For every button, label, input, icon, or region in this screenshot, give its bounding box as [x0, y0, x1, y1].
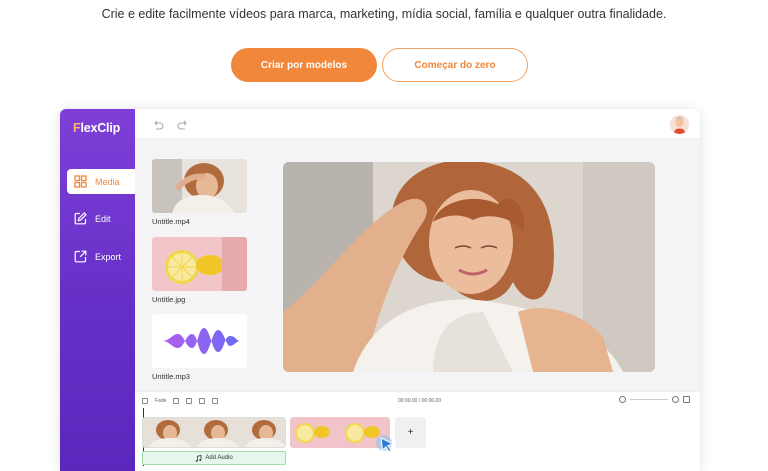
page: Crie e edite facilmente vídeos para marc… — [0, 0, 768, 471]
add-audio-button[interactable]: Add Audio — [142, 451, 286, 465]
media-thumb-image[interactable] — [152, 237, 247, 291]
media-library: Untitle.mp4 Untitle.jpg Untitle.mp3 — [135, 139, 260, 391]
sidebar-item-media[interactable]: Media — [67, 169, 135, 194]
media-label: Untitle.mp3 — [152, 372, 190, 381]
flexclip-logo: FlexClip — [73, 121, 121, 135]
zoom-slider[interactable] — [630, 399, 668, 400]
start-from-scratch-button[interactable]: Começar do zero — [382, 48, 528, 82]
cursor-icon — [376, 435, 395, 453]
sidebar-item-label: Export — [95, 251, 122, 262]
export-icon — [74, 250, 87, 263]
timeline-tools: Fade — [142, 398, 219, 404]
edit-icon — [74, 212, 87, 225]
add-audio-label: Add Audio — [205, 455, 233, 461]
split-icon[interactable] — [173, 398, 180, 404]
editor-window: FlexClip Media Edit Export Untitle.mp4 U… — [60, 109, 700, 471]
zoom-out-icon[interactable] — [619, 396, 626, 403]
tagline: Crie e edite facilmente vídeos para marc… — [101, 7, 667, 21]
timeline-clip-video[interactable] — [142, 417, 286, 448]
sidebar: FlexClip Media Edit Export — [60, 109, 135, 471]
fade-label[interactable]: Fade — [155, 398, 166, 404]
create-from-templates-button[interactable]: Criar por modelos — [231, 48, 377, 82]
media-thumb-video[interactable] — [152, 159, 247, 213]
media-label: Untitle.mp4 — [152, 217, 190, 226]
scissors-icon[interactable] — [186, 398, 193, 404]
redo-icon[interactable] — [177, 118, 189, 130]
sidebar-item-label: Edit — [95, 213, 111, 224]
grid-icon — [74, 175, 87, 188]
avatar[interactable] — [670, 115, 689, 134]
preview-area — [260, 139, 700, 391]
trash-icon[interactable] — [212, 398, 219, 404]
sidebar-item-export[interactable]: Export — [67, 244, 135, 269]
zoom-in-icon[interactable] — [672, 396, 679, 403]
duplicate-icon[interactable] — [199, 398, 206, 404]
editor-toolbar — [135, 109, 700, 139]
media-label: Untitle.jpg — [152, 295, 186, 304]
sidebar-item-edit[interactable]: Edit — [67, 206, 135, 231]
sidebar-item-label: Media — [95, 176, 120, 187]
fit-icon[interactable] — [683, 396, 690, 403]
timecode: 00:00.00 / 00:00.00 — [398, 398, 442, 404]
transition-icon[interactable] — [142, 398, 148, 404]
video-preview[interactable] — [283, 162, 655, 372]
undo-icon[interactable] — [152, 118, 164, 130]
zoom-control — [619, 396, 690, 403]
media-thumb-audio[interactable] — [152, 314, 247, 368]
add-clip-button[interactable]: + — [395, 417, 426, 448]
timeline: Fade 00:00.00 / 00:00.00 + Add Audio — [135, 391, 700, 471]
music-note-icon — [196, 454, 202, 462]
